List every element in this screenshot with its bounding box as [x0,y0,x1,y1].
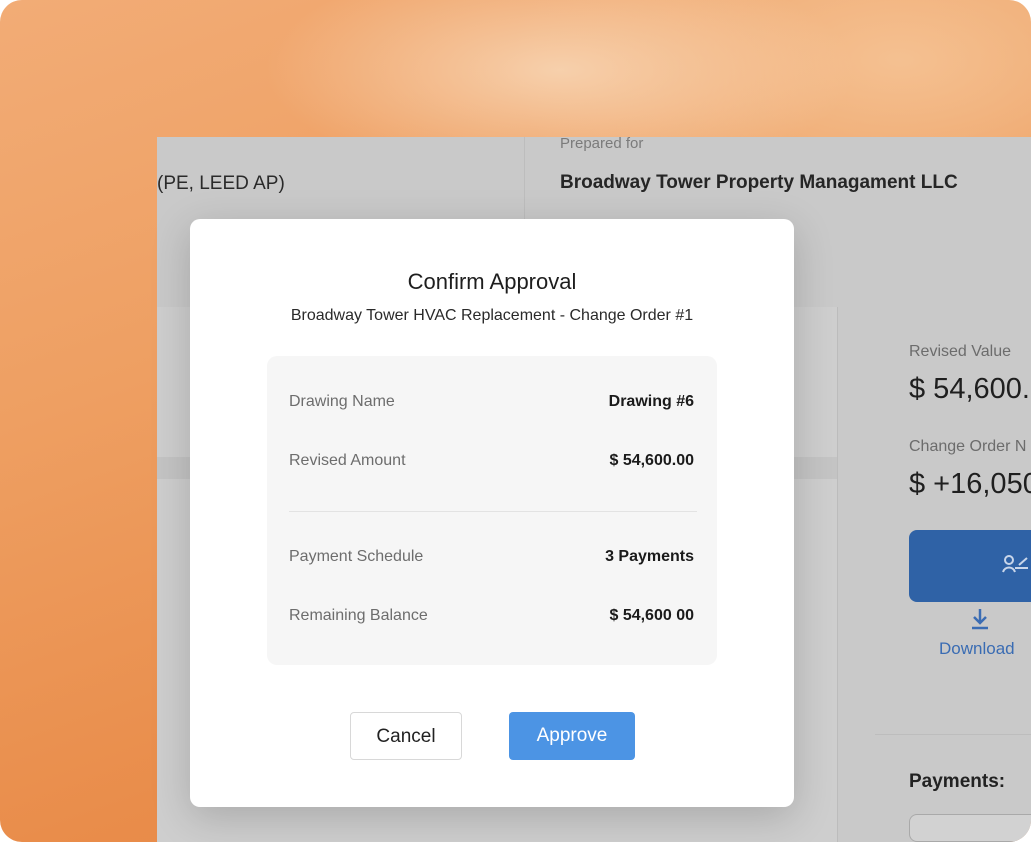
detail-value: Drawing #6 [608,393,694,410]
change-order-value: $ +16,050 [909,468,1031,500]
detail-row-remaining-balance: Remaining Balance $ 54,600 00 [289,607,694,631]
detail-row-drawing-name: Drawing Name Drawing #6 [289,393,694,417]
detail-label: Revised Amount [289,452,406,469]
detail-row-revised-amount: Revised Amount $ 54,600.00 [289,452,694,476]
download-link[interactable]: Download [909,607,1031,687]
dialog-title: Confirm Approval [407,269,577,294]
download-icon [969,607,991,637]
sidebar-divider [875,734,1031,735]
payments-select[interactable] [909,814,1031,842]
consultant-credentials: (PE, LEED AP) [157,173,285,194]
confirm-approval-dialog: Confirm Approval Broadway Tower HVAC Rep… [190,219,794,807]
detail-label: Drawing Name [289,393,395,410]
dialog-subtitle: Broadway Tower HVAC Replacement - Change… [290,307,694,324]
detail-value: $ 54,600.00 [609,452,694,469]
detail-label: Remaining Balance [289,607,428,624]
payments-label: Payments: [909,771,1006,792]
change-order-label: Change Order N [909,438,1027,455]
sign-button[interactable] [909,530,1031,602]
client-name: Broadway Tower Property Managament LLC [560,172,958,193]
details-divider [289,511,697,512]
detail-value: $ 54,600 00 [609,607,694,624]
cancel-button[interactable]: Cancel [350,712,462,760]
revised-value-label: Revised Value [909,343,1011,360]
detail-value: 3 Payments [605,548,694,565]
approval-details-card: Drawing Name Drawing #6 Revised Amount $… [267,356,717,665]
summary-sidebar: Revised Value $ 54,600. Change Order N $… [875,307,1031,842]
app-frame: (PE, LEED AP) Prepared for Broadway Towe… [0,0,1031,842]
detail-row-payment-schedule: Payment Schedule 3 Payments [289,548,694,572]
detail-label: Payment Schedule [289,548,424,565]
signature-icon [1001,554,1031,582]
approve-button[interactable]: Approve [509,712,635,760]
revised-value: $ 54,600. [909,373,1030,405]
prepared-for-label: Prepared for [560,137,644,152]
download-label: Download [939,639,1015,658]
